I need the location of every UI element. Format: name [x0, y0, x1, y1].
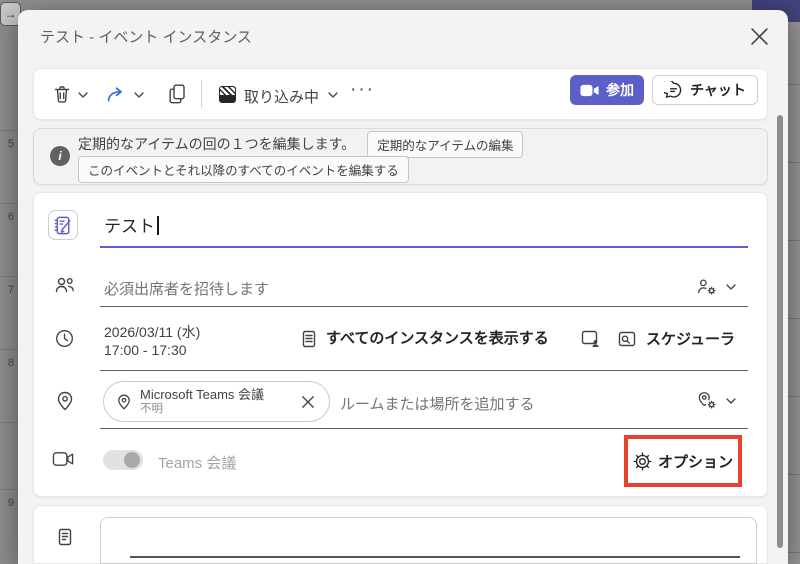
teams-meeting-toggle[interactable] — [103, 450, 143, 470]
close-small-icon — [301, 395, 315, 409]
teams-meeting-label: Teams 会議 — [158, 452, 236, 473]
scrollbar-thumb[interactable] — [777, 115, 783, 548]
copy-icon — [168, 84, 186, 104]
options-button[interactable]: オプション — [658, 451, 733, 472]
delete-button[interactable] — [52, 84, 72, 104]
title-underline — [100, 246, 748, 248]
camera-outline-icon — [52, 451, 75, 467]
attendees-underline — [100, 306, 748, 307]
hour-label: 7 — [8, 284, 14, 296]
scheduler-icon[interactable] — [617, 330, 637, 348]
scheduler-button[interactable]: スケジューラ — [646, 328, 735, 349]
show-all-instances-button[interactable]: すべてのインスタンスを表示する — [326, 327, 549, 348]
hour-label: 5 — [8, 138, 14, 150]
join-button[interactable]: 参加 — [570, 75, 644, 105]
chevron-down-icon — [328, 92, 338, 98]
notes-icon — [56, 527, 74, 547]
toolbar-divider — [201, 80, 202, 108]
location-input[interactable]: ルームまたは場所を追加する — [340, 393, 535, 414]
location-pin-icon — [55, 390, 75, 412]
toggle-knob — [124, 452, 140, 468]
background-calendar-left: 5 6 7 8 9 — [0, 0, 18, 564]
more-options-button[interactable]: ··· — [350, 79, 375, 101]
datetime-underline — [100, 370, 748, 371]
notes-underline — [130, 556, 740, 558]
location-underline — [100, 428, 748, 429]
edit-this-and-following-button[interactable]: このイベントとそれ以降のすべてのイベントを編集する — [78, 156, 409, 183]
chip-texts: Microsoft Teams 会議 不明 — [140, 387, 291, 416]
chat-icon — [664, 81, 683, 100]
calendar-gridline — [786, 240, 800, 241]
calendar-gridline — [786, 84, 800, 85]
event-title-icon-box — [48, 210, 78, 240]
calendar-gridline — [786, 162, 800, 163]
title-field[interactable]: テスト — [104, 212, 159, 237]
chevron-down-icon — [78, 92, 88, 98]
location-chip[interactable]: Microsoft Teams 会議 不明 — [103, 381, 330, 422]
list-icon — [300, 329, 318, 349]
date-text[interactable]: 2026/03/11 (水) — [104, 322, 200, 342]
calendar-gridline — [786, 474, 800, 475]
calendar-gridline — [786, 318, 800, 319]
calendar-gridline — [0, 276, 18, 277]
join-label: 参加 — [606, 80, 634, 100]
calendar-gridline — [0, 489, 18, 490]
people-icon — [54, 276, 76, 294]
copy-button[interactable] — [168, 84, 186, 104]
chevron-down-icon — [134, 92, 144, 98]
clock-icon — [54, 328, 75, 349]
notebook-edit-icon — [53, 215, 74, 236]
calendar-gridline — [786, 552, 800, 553]
forward-menu-chevron[interactable] — [134, 92, 144, 98]
hour-label: 8 — [8, 357, 14, 369]
trash-icon — [52, 84, 72, 104]
busy-menu-chevron[interactable] — [328, 92, 338, 98]
banner-line: 定期的なアイテムの回の１つを編集します。 定期的なアイテムの編集 — [78, 132, 523, 156]
calendar-gridline — [0, 203, 18, 204]
busy-icon — [219, 86, 236, 103]
calendar-gridline — [786, 396, 800, 397]
forward-button[interactable] — [106, 87, 128, 102]
hour-label: 6 — [8, 211, 14, 223]
close-button[interactable] — [744, 22, 774, 50]
calendar-gridline — [0, 130, 18, 131]
busy-status-button[interactable] — [219, 86, 236, 103]
text-cursor — [157, 216, 159, 235]
gear-icon — [633, 452, 652, 471]
chip-title: Microsoft Teams 会議 — [140, 387, 291, 402]
attendees-chevron[interactable] — [726, 284, 736, 290]
chip-pin-icon — [116, 393, 132, 411]
busy-status-label[interactable]: 取り込み中 — [244, 86, 319, 107]
calendar-gridline — [0, 422, 18, 423]
dialog-title: テスト - イベント インスタンス — [40, 26, 252, 47]
chevron-down-icon — [726, 284, 736, 290]
chat-button[interactable]: チャット — [652, 75, 758, 105]
banner-message: 定期的なアイテムの回の１つを編集します。 — [78, 134, 355, 154]
location-options-icon[interactable] — [696, 390, 718, 411]
screen: 5 6 7 8 9 → テスト - イベント インスタンス 取り込み中 — [0, 0, 800, 564]
delete-menu-chevron[interactable] — [78, 92, 88, 98]
time-text[interactable]: 17:00 - 17:30 — [104, 342, 187, 358]
chip-subtitle: 不明 — [140, 402, 291, 416]
hour-label: 9 — [8, 497, 14, 509]
forward-arrow-icon — [106, 87, 128, 102]
calendar-gridline — [0, 349, 18, 350]
chip-remove-button[interactable] — [299, 393, 317, 411]
chat-label: チャット — [690, 80, 746, 100]
options-highlight-box: オプション — [624, 435, 742, 487]
attendees-input[interactable]: 必須出席者を招待します — [104, 278, 269, 299]
response-options-icon[interactable] — [580, 329, 602, 348]
location-chevron[interactable] — [726, 398, 736, 404]
title-value: テスト — [104, 217, 155, 236]
camera-icon — [580, 84, 599, 97]
attendees-options-icon[interactable] — [696, 277, 718, 297]
edit-series-button[interactable]: 定期的なアイテムの編集 — [367, 131, 523, 158]
info-icon: i — [50, 146, 70, 166]
arrow-right-icon: → — [5, 7, 17, 21]
close-icon — [751, 28, 768, 45]
chevron-down-icon — [726, 398, 736, 404]
background-calendar-right — [786, 0, 800, 564]
